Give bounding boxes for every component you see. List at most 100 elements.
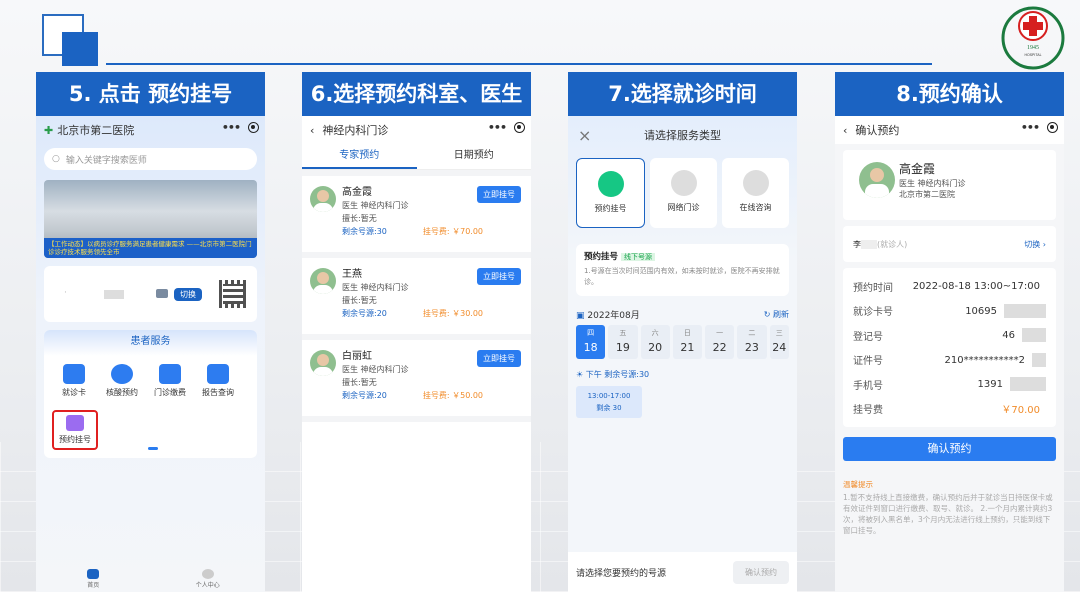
step6-panel: 6.选择预约科室、医生 ‹ 神经内科门诊 ••• 专家预约 日期预约 高金霞 医…	[302, 72, 531, 592]
service-type-sheet: × 请选择服务类型 预约挂号 网络门诊 在线咨询 预约挂号 线下号源 1.号源在当次…	[568, 116, 797, 592]
info-key: 预约时间	[853, 282, 893, 294]
decor-square-filled	[62, 32, 98, 66]
miniapp-capsule[interactable]: •••	[1021, 121, 1058, 134]
refresh-button[interactable]: ↻ 刷新	[764, 309, 789, 320]
more-icon[interactable]: •••	[488, 121, 507, 134]
remain-count: 剩余号源:20	[342, 309, 387, 318]
doctor-item[interactable]: 王燕 医生 神经内科门诊 擅长:暂无 剩余号源:20 挂号费: ￥30.00 立即…	[302, 258, 531, 340]
weekday: 二	[748, 329, 756, 337]
day-number: 21	[680, 341, 695, 354]
type-label: 预约挂号	[594, 204, 627, 213]
afternoon-period: ☀ 下午 剩余号源:30	[568, 359, 797, 380]
tips-text: 1.暂不支持线上直接缴费，确认预约后并于就诊当日持医保卡或有效证件到窗口进行缴费…	[843, 493, 1053, 535]
service-payment[interactable]: 门诊缴费	[146, 364, 194, 398]
slot-time: 13:00-17:00	[587, 392, 631, 400]
date-item[interactable]: 四 18	[576, 325, 606, 359]
info-key: 登记号	[853, 331, 883, 343]
service-label: 门诊缴费	[154, 388, 186, 397]
confirm-booking-button[interactable]: 确认预约	[843, 437, 1056, 461]
type-label: 在线咨询	[739, 203, 772, 212]
miniapp-capsule[interactable]: •••	[488, 121, 525, 134]
step7-panel: 7.选择就诊时间 × 请选择服务类型 预约挂号 网络门诊 在线咨询 预约挂号 线下号…	[568, 72, 797, 592]
service-covid-test[interactable]: 核酸预约	[98, 364, 146, 398]
miniapp-capsule[interactable]: •••	[222, 121, 259, 134]
app-bar: ‹ 神经内科门诊 •••	[302, 116, 531, 144]
info-value: 46	[1002, 330, 1015, 342]
patient-row[interactable]: 李 (就诊人) 切换 ›	[843, 226, 1056, 262]
step8-title: 8.预约确认	[835, 72, 1064, 116]
close-miniapp-icon[interactable]	[514, 122, 525, 133]
appointment-icon	[66, 415, 84, 431]
period-label: 下午 剩余号源:30	[585, 370, 650, 379]
redacted-block	[1022, 328, 1046, 343]
weekday: 三	[775, 329, 783, 337]
info-key: 证件号	[853, 356, 883, 368]
sheet-footer: 请选择您要预约的号源 确认预约	[568, 552, 797, 592]
back-icon[interactable]: ‹	[843, 124, 847, 137]
book-now-button[interactable]: 立即挂号	[477, 186, 521, 203]
svg-text:HOSPITAL: HOSPITAL	[1024, 53, 1041, 57]
virus-icon	[111, 364, 133, 384]
qr-code-icon[interactable]	[219, 280, 247, 308]
tab-profile[interactable]: 个人中心	[151, 566, 266, 592]
doctor-skill: 擅长:暂无	[342, 378, 377, 387]
weekday: 日	[683, 329, 691, 337]
tab-home[interactable]: 首页	[36, 566, 151, 592]
calendar-icon: ▣	[576, 311, 585, 321]
date-item[interactable]: 六 20	[640, 325, 670, 359]
back-icon[interactable]: ‹	[310, 124, 314, 137]
doctor-avatar	[310, 186, 336, 212]
more-icon[interactable]: •••	[1021, 121, 1040, 134]
book-now-button[interactable]: 立即挂号	[477, 268, 521, 285]
sun-icon: ☀	[576, 370, 584, 379]
close-icon[interactable]: ×	[578, 116, 591, 156]
news-banner[interactable]: 【工作动态】以病员诊疗服务满足患者健康需求 ——北京市第二医院门诊诊疗技术服务领…	[44, 180, 257, 258]
day-number: 24	[772, 341, 787, 354]
type-appointment[interactable]: 预约挂号	[576, 158, 645, 228]
info-key: 就诊卡号	[853, 307, 893, 319]
fee: 挂号费: ￥30.00	[422, 309, 484, 318]
doctor-skill: 擅长:暂无	[342, 296, 377, 305]
date-item[interactable]: 二 23	[737, 325, 767, 359]
consult-icon	[742, 170, 769, 196]
doctor-avatar	[310, 268, 336, 294]
doctor-item[interactable]: 白丽虹 医生 神经内科门诊 擅长:暂无 剩余号源:20 挂号费: ￥50.00 立…	[302, 340, 531, 422]
doctor-avatar	[310, 350, 336, 376]
doctor-item[interactable]: 高金霞 医生 神经内科门诊 擅长:暂无 剩余号源:30 挂号费: ￥70.00 立…	[302, 176, 531, 258]
type-consult[interactable]: 在线咨询	[722, 158, 789, 228]
switch-card-button[interactable]: 切换	[174, 288, 202, 301]
search-input[interactable]: ○ 输入关键字搜索医师	[44, 148, 257, 170]
date-item[interactable]: 三 24	[769, 325, 789, 359]
service-card[interactable]: 就诊卡	[50, 364, 98, 398]
date-picker: 四 18 五 19 六 20 日 21 一 22 二 23 三 24	[568, 325, 797, 359]
card-redacted	[104, 290, 124, 299]
close-miniapp-icon[interactable]	[248, 122, 259, 133]
video-icon	[156, 289, 168, 298]
patient-card[interactable]: · 切换	[44, 266, 257, 322]
close-miniapp-icon[interactable]	[1047, 122, 1058, 133]
book-now-button[interactable]: 立即挂号	[477, 350, 521, 367]
date-item[interactable]: 五 19	[608, 325, 638, 359]
tab-date[interactable]: 日期预约	[417, 144, 532, 169]
tab-expert[interactable]: 专家预约	[302, 144, 417, 169]
service-report[interactable]: 报告查询	[194, 364, 242, 398]
doctor-summary: 高金霞 医生 神经内科门诊 北京市第二医院	[843, 150, 1056, 220]
date-item[interactable]: 一 22	[705, 325, 735, 359]
time-slot[interactable]: 13:00-17:00 剩余 30	[576, 386, 642, 418]
fee: 挂号费: ￥50.00	[422, 391, 484, 400]
info-value: 1391	[977, 379, 1003, 391]
switch-label: 切换	[1024, 239, 1041, 249]
weekday: 六	[651, 329, 659, 337]
more-icon[interactable]: •••	[222, 121, 241, 134]
confirm-booking-button[interactable]: 确认预约	[733, 560, 789, 584]
home-icon	[87, 569, 100, 579]
offline-tag: 线下号源	[621, 253, 656, 261]
patient-name: 李	[853, 239, 861, 249]
date-item[interactable]: 日 21	[672, 325, 702, 359]
info-row: 登记号 46	[853, 323, 1046, 348]
switch-patient-button[interactable]: 切换 ›	[1024, 239, 1046, 250]
service-appointment[interactable]: 预约挂号	[52, 410, 98, 450]
service-label: 报告查询	[202, 388, 234, 397]
type-online-clinic[interactable]: 网络门诊	[650, 158, 717, 228]
type-description: 预约挂号 线下号源 1.号源在当次时间范围内有效，如未按时就诊，医院不再安排就诊。	[576, 244, 789, 296]
